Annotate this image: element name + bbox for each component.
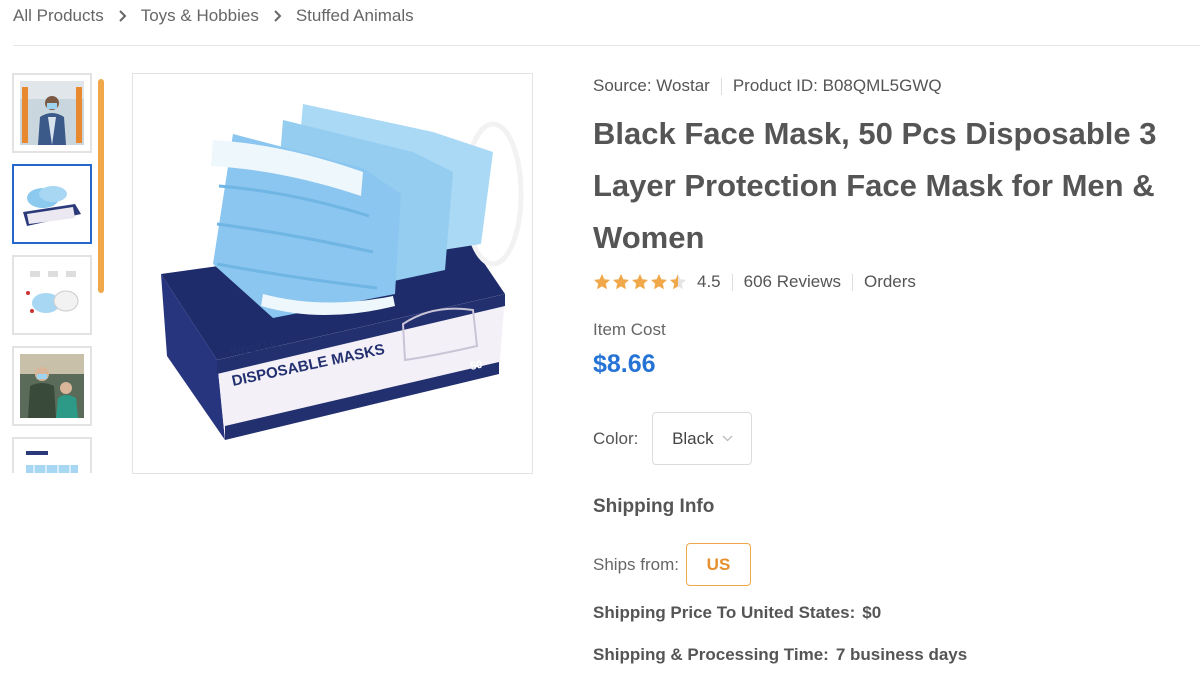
- source-label: Source: Wostar: [593, 76, 710, 95]
- chevron-down-icon: [722, 435, 733, 442]
- color-label: Color:: [593, 428, 639, 448]
- star-icon: [651, 274, 667, 290]
- orders-label: Orders: [863, 272, 916, 291]
- item-cost-label: Item Cost: [593, 320, 666, 339]
- color-select[interactable]: Black: [652, 412, 753, 465]
- ships-from-row: Ships from: US: [593, 543, 751, 586]
- product-id-label: Product ID: B08QML5GWQ: [732, 76, 942, 95]
- product-title: Black Face Mask, 50 Pcs Disposable 3 Lay…: [593, 116, 1157, 255]
- shipping-price-label: Shipping Price To United States:: [593, 603, 856, 622]
- breadcrumb-toys-hobbies[interactable]: Toys & Hobbies: [141, 6, 259, 26]
- divider: [13, 45, 1200, 46]
- ships-from-us-button[interactable]: US: [685, 543, 751, 586]
- reviews-link[interactable]: 606 Reviews: [744, 272, 841, 292]
- shipping-price-row: Shipping Price To United States: $0: [593, 603, 881, 623]
- ships-from-label: Ships from:: [593, 554, 679, 574]
- chevron-right-icon: [273, 9, 282, 23]
- rating-row: 4.5 606 Reviews Orders: [593, 272, 916, 292]
- shipping-time-label: Shipping & Processing Time:: [593, 645, 829, 664]
- thumbnail-scrollbar[interactable]: [98, 79, 104, 293]
- thumbnail-3[interactable]: [12, 255, 92, 335]
- star-icon: [613, 274, 629, 290]
- thumbnail-list: [12, 73, 94, 473]
- thumbnail-5[interactable]: [12, 437, 92, 473]
- star-icon: [632, 274, 648, 290]
- shipping-time-value: 7 business days: [835, 645, 968, 664]
- breadcrumb-all-products[interactable]: All Products: [13, 6, 104, 26]
- shipping-price-value: $0: [862, 603, 882, 622]
- item-price: $8.66: [593, 350, 656, 378]
- star-icon: [594, 274, 610, 290]
- divider: [731, 273, 733, 291]
- shipping-info-heading: Shipping Info: [593, 496, 715, 517]
- color-row: Color: Black: [593, 412, 753, 465]
- main-product-image: WOSTAR DISPOSABLE MASKS 50: [132, 73, 533, 474]
- thumbnail-2[interactable]: [12, 164, 92, 244]
- shipping-time-row: Shipping & Processing Time: 7 business da…: [593, 645, 967, 665]
- color-select-value: Black: [672, 428, 714, 448]
- star-icon: [670, 274, 686, 290]
- star-rating: [593, 273, 687, 291]
- thumbnail-4[interactable]: [12, 346, 92, 426]
- product-meta: Source: Wostar Product ID: B08QML5GWQ: [593, 76, 942, 96]
- breadcrumb: All Products Toys & Hobbies Stuffed Anim…: [13, 6, 414, 26]
- rating-score: 4.5: [697, 272, 721, 291]
- breadcrumb-stuffed-animals[interactable]: Stuffed Animals: [296, 6, 414, 26]
- divider: [851, 273, 853, 291]
- divider: [720, 77, 722, 95]
- thumbnail-1[interactable]: [12, 73, 92, 153]
- box-count-text: 50: [469, 359, 483, 373]
- chevron-right-icon: [118, 9, 127, 23]
